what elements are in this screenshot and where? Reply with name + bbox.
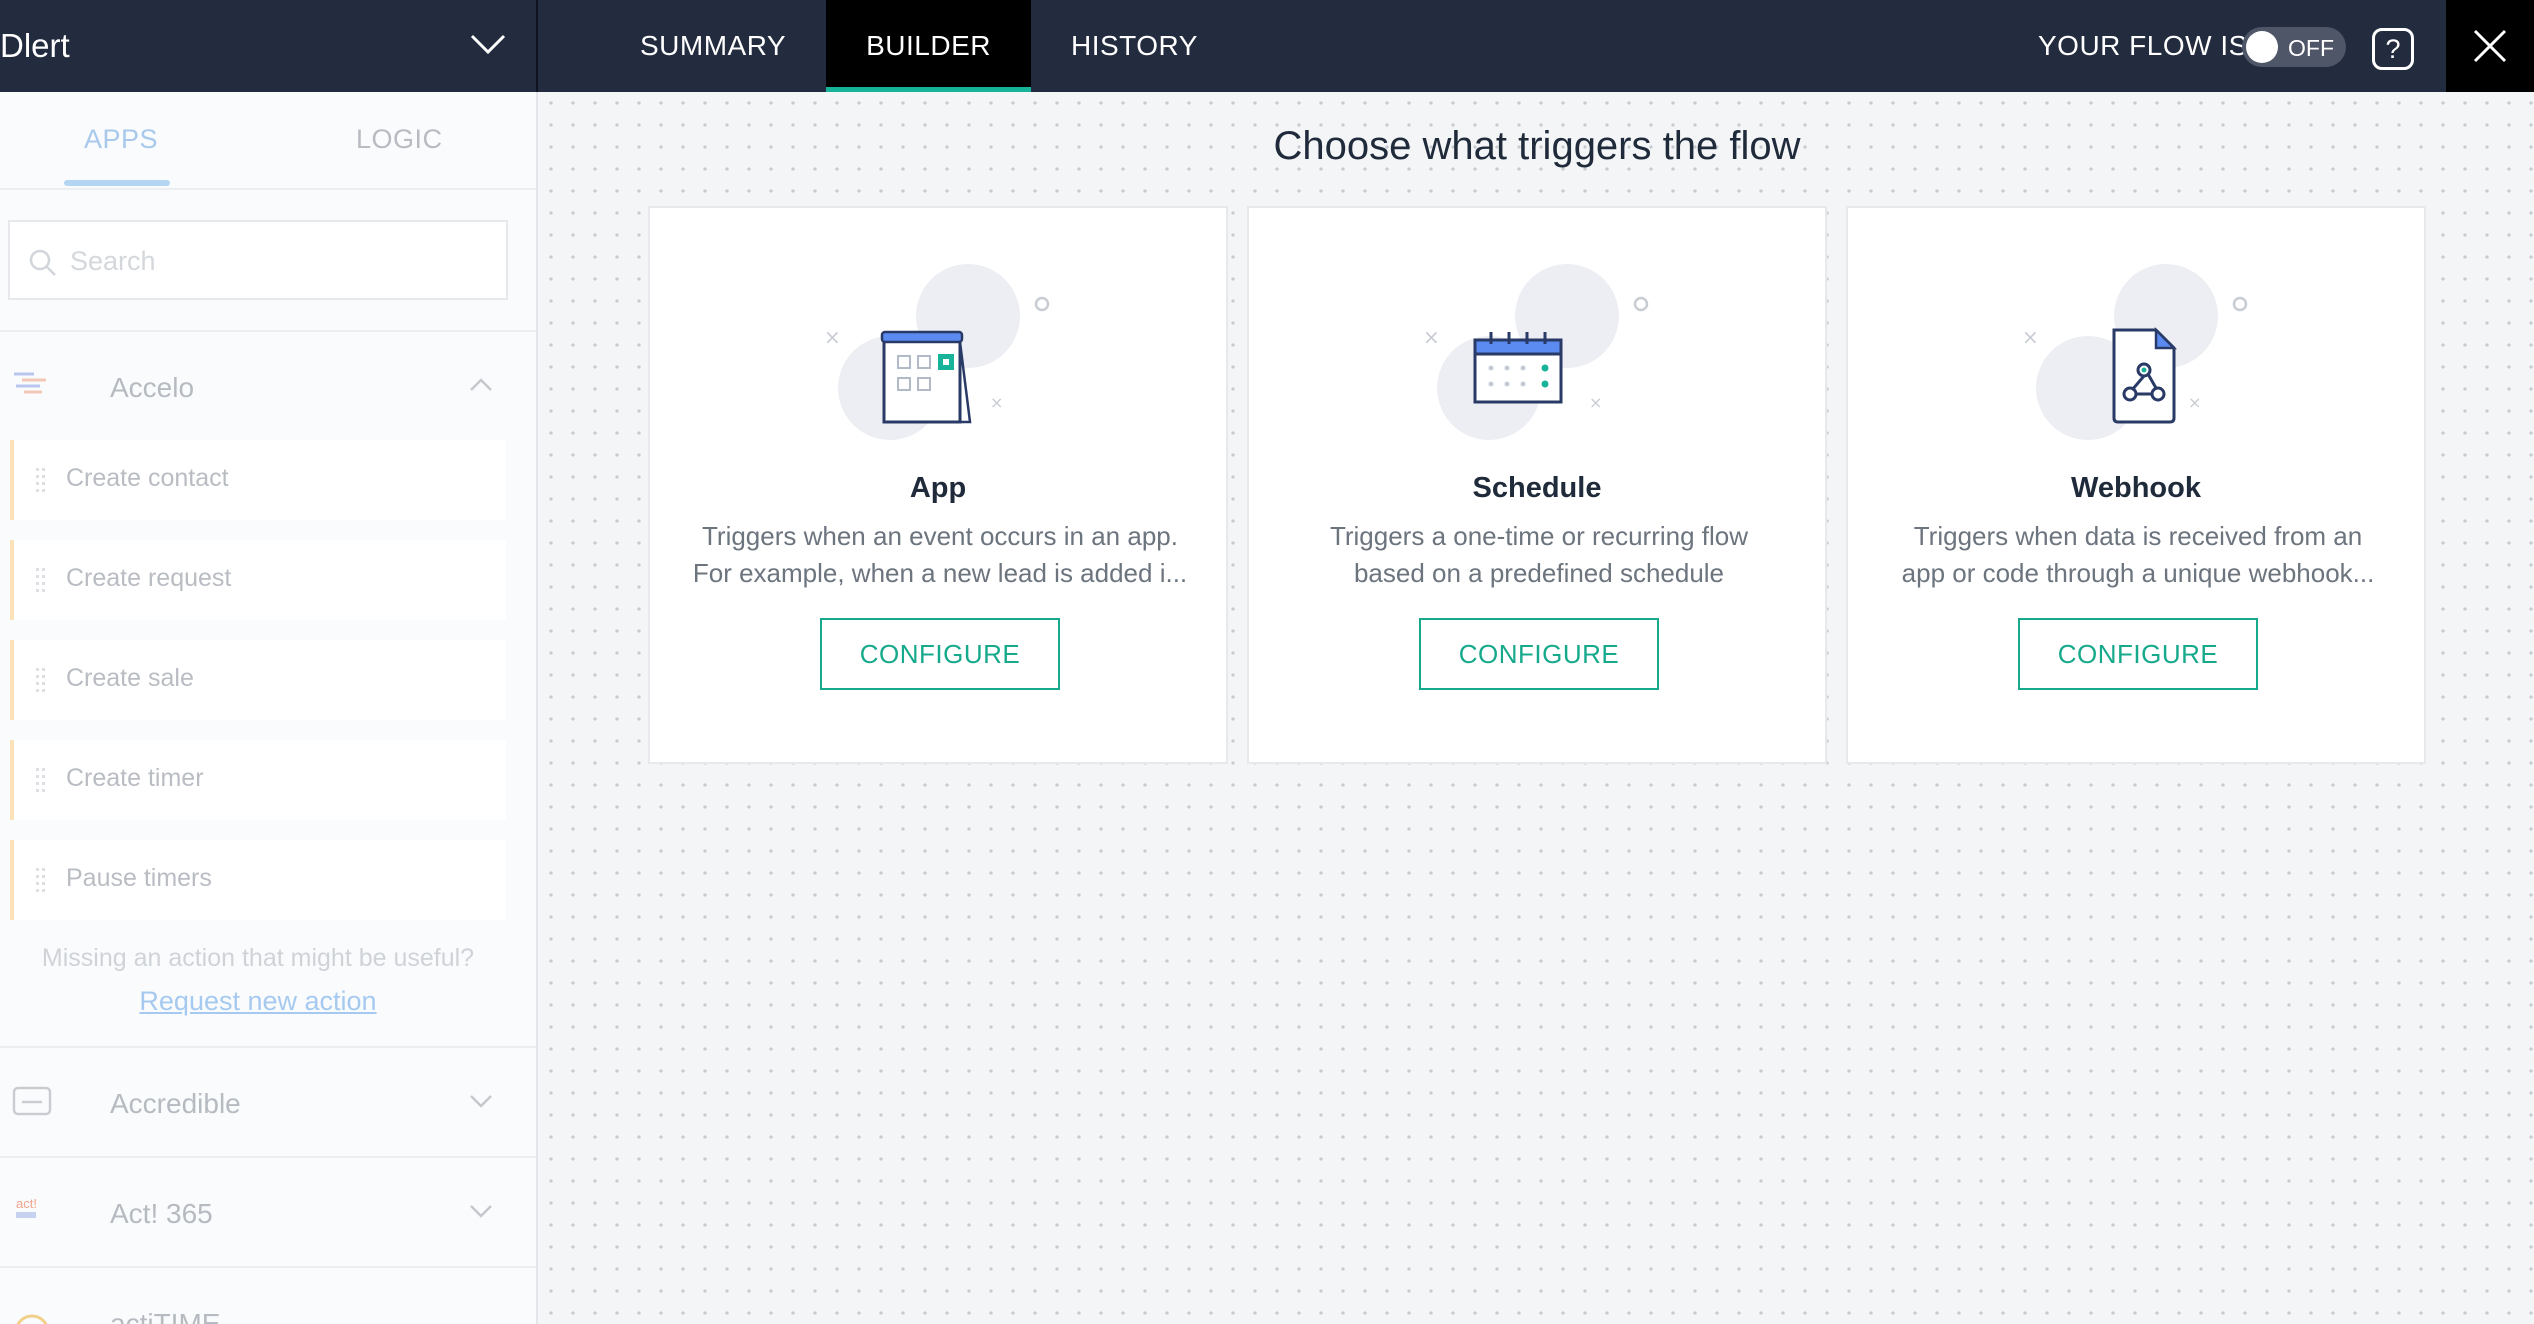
card-title: Schedule: [1472, 472, 1602, 504]
drag-handle-icon[interactable]: [36, 468, 46, 492]
tab-summary[interactable]: SUMMARY: [600, 0, 826, 92]
help-icon[interactable]: ?: [2372, 28, 2414, 70]
divider: [0, 1266, 536, 1268]
tab-apps[interactable]: APPS: [84, 124, 158, 155]
builder-canvas: Choose what triggers the flow × × App Tr…: [540, 92, 2534, 1324]
act365-logo-icon: act!: [16, 1196, 37, 1218]
app-calendar-icon: × ×: [824, 264, 1050, 440]
tab-builder[interactable]: BUILDER: [826, 0, 1031, 92]
svg-text:×: ×: [2188, 393, 2201, 412]
configure-app-button[interactable]: CONFIGURE: [820, 618, 1060, 690]
trigger-card-schedule[interactable]: × × Schedule Triggers a one-time or recu…: [1247, 206, 1827, 764]
flow-status-label: YOUR FLOW IS: [2038, 30, 2248, 61]
close-icon: [2473, 29, 2507, 63]
svg-text:×: ×: [824, 325, 841, 349]
request-new-action-link[interactable]: Request new action: [0, 986, 516, 1017]
action-label: Create timer: [66, 764, 204, 792]
drag-handle-icon[interactable]: [36, 868, 46, 892]
sidebar-tabs: APPS LOGIC: [0, 92, 536, 190]
app-name: Accelo: [110, 372, 195, 403]
missing-action-text: Missing an action that might be useful?: [41, 944, 475, 972]
svg-text:×: ×: [1589, 393, 1602, 412]
accredible-logo-icon: [12, 1086, 52, 1116]
svg-text:×: ×: [2022, 325, 2039, 349]
drag-handle-icon[interactable]: [36, 568, 46, 592]
chevron-down-icon: [470, 1095, 492, 1108]
main-tabs: SUMMARY BUILDER HISTORY: [600, 0, 1238, 92]
card-title: Webhook: [2071, 472, 2201, 504]
apps-sidebar: APPS LOGIC Search Accelo Create contact: [0, 92, 538, 1324]
toggle-label: OFF: [2288, 35, 2334, 61]
flow-toggle[interactable]: OFF: [2242, 27, 2346, 67]
action-label: Pause timers: [66, 864, 212, 892]
svg-text:×: ×: [1423, 325, 1440, 349]
tab-history[interactable]: HISTORY: [1031, 0, 1238, 92]
drag-handle-icon[interactable]: [36, 668, 46, 692]
close-button[interactable]: [2446, 0, 2534, 92]
app-name: Accredible: [110, 1088, 241, 1119]
action-label: Create request: [66, 564, 232, 592]
actitime-logo-icon: [16, 1314, 48, 1324]
chevron-down-icon: [470, 1205, 492, 1218]
svg-text:×: ×: [990, 393, 1003, 412]
card-description: Triggers when an event occurs in an app.…: [692, 521, 1188, 588]
drag-handle-icon[interactable]: [36, 768, 46, 792]
flow-name: Dlert: [0, 27, 70, 64]
search-input[interactable]: Search: [8, 220, 508, 300]
svg-text:act!: act!: [16, 1196, 37, 1211]
app-row-accredible[interactable]: Accredible: [0, 1052, 536, 1152]
accelo-logo-icon: [14, 372, 46, 394]
search-placeholder: Search: [70, 246, 156, 276]
app-row-accelo[interactable]: Accelo: [0, 336, 536, 436]
action-item[interactable]: Create timer: [10, 740, 506, 820]
action-label: Create contact: [66, 464, 229, 492]
chevron-up-icon: [470, 378, 492, 391]
app-name: actiTIME: [110, 1308, 221, 1324]
card-description: Triggers a one-time or recurring flow ba…: [1329, 521, 1749, 588]
action-item[interactable]: Pause timers: [10, 840, 506, 920]
divider: [0, 1046, 536, 1048]
tab-logic[interactable]: LOGIC: [356, 124, 443, 155]
schedule-calendar-icon: × ×: [1423, 264, 1649, 440]
top-bar: Dlert SUMMARY BUILDER HISTORY YOUR FLOW …: [0, 0, 2534, 92]
app-row-act365[interactable]: act! Act! 365: [0, 1162, 536, 1262]
action-item[interactable]: Create sale: [10, 640, 506, 720]
webhook-file-icon: × ×: [2022, 264, 2248, 440]
trigger-card-webhook[interactable]: × × Webhook Triggers when data is receiv…: [1846, 206, 2426, 764]
chevron-down-icon: [470, 34, 506, 55]
active-tab-indicator: [64, 180, 170, 186]
flow-selector[interactable]: Dlert: [0, 0, 538, 92]
app-row-actitime[interactable]: actiTIME: [0, 1272, 536, 1324]
search-icon: [29, 249, 56, 276]
canvas-title: Choose what triggers the flow: [1273, 124, 1801, 168]
action-item[interactable]: Create contact: [10, 440, 506, 520]
divider: [0, 330, 536, 332]
trigger-card-app[interactable]: × × App Triggers when an event occurs in…: [648, 206, 1228, 764]
divider: [0, 1156, 536, 1158]
card-title: App: [909, 472, 967, 504]
toggle-knob: [2246, 31, 2278, 63]
configure-webhook-button[interactable]: CONFIGURE: [2018, 618, 2258, 690]
app-name: Act! 365: [110, 1198, 213, 1229]
card-description: Triggers when data is received from an a…: [1901, 521, 2375, 588]
configure-schedule-button[interactable]: CONFIGURE: [1419, 618, 1659, 690]
action-label: Create sale: [66, 664, 194, 692]
action-item[interactable]: Create request: [10, 540, 506, 620]
